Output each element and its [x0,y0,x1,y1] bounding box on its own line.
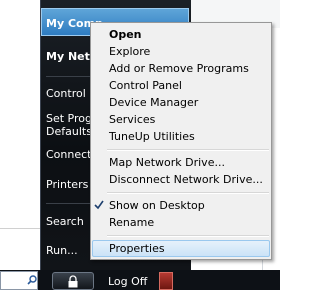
program-list-pane [0,0,41,270]
menu-item-explore[interactable]: Explore [92,43,270,60]
start-item-control-panel[interactable]: Control [46,87,86,100]
menu-item-label: Explore [109,45,151,58]
start-separator [46,203,96,204]
menu-item-disconnect-network-drive[interactable]: Disconnect Network Drive... [92,171,270,188]
menu-item-label: Map Network Drive... [109,156,225,169]
program-list-divider [0,228,40,229]
menu-item-control-panel[interactable]: Control Panel [92,77,270,94]
menu-item-show-on-desktop[interactable]: Show on Desktop [92,197,270,214]
checkmark-icon [94,200,104,210]
menu-item-label: Device Manager [109,96,199,109]
start-item-run[interactable]: Run... [46,244,78,257]
menu-item-device-manager[interactable]: Device Manager [92,94,270,111]
menu-item-map-network-drive[interactable]: Map Network Drive... [92,154,270,171]
start-item-connect-to[interactable]: Connect [46,148,91,161]
menu-item-tuneup-utilities[interactable]: TuneUp Utilities [92,128,270,145]
menu-item-services[interactable]: Services [92,111,270,128]
context-menu: Open Explore Add or Remove Programs Cont… [90,22,272,260]
menu-item-label: Services [109,113,156,126]
magnifier-icon[interactable] [27,275,37,285]
start-item-search[interactable]: Search [46,215,84,228]
start-search-box[interactable] [0,271,38,290]
lock-button[interactable] [52,272,94,290]
start-item-set-program-access[interactable]: Set Prog [46,112,92,125]
menu-item-label: Add or Remove Programs [109,62,249,75]
menu-item-label: Rename [109,216,155,229]
start-separator [46,76,96,77]
menu-item-label: Properties [109,242,165,255]
menu-item-label: Disconnect Network Drive... [109,173,263,186]
menu-item-label: Control Panel [109,79,182,92]
menu-separator [107,235,269,237]
menu-item-properties[interactable]: Properties [92,240,270,257]
menu-item-open[interactable]: Open [92,26,270,43]
lock-icon [68,275,78,288]
start-item-printers[interactable]: Printers [46,178,88,191]
power-icon[interactable] [159,272,173,290]
start-item-defaults[interactable]: Defaults [46,125,92,138]
menu-separator [107,192,269,194]
menu-item-rename[interactable]: Rename [92,214,270,231]
log-off-button[interactable]: Log Off [108,275,147,288]
menu-item-label: Show on Desktop [109,199,205,212]
menu-item-add-remove-programs[interactable]: Add or Remove Programs [92,60,270,77]
menu-separator [107,149,269,151]
menu-item-label: Open [109,28,142,41]
menu-item-label: TuneUp Utilities [109,130,195,143]
